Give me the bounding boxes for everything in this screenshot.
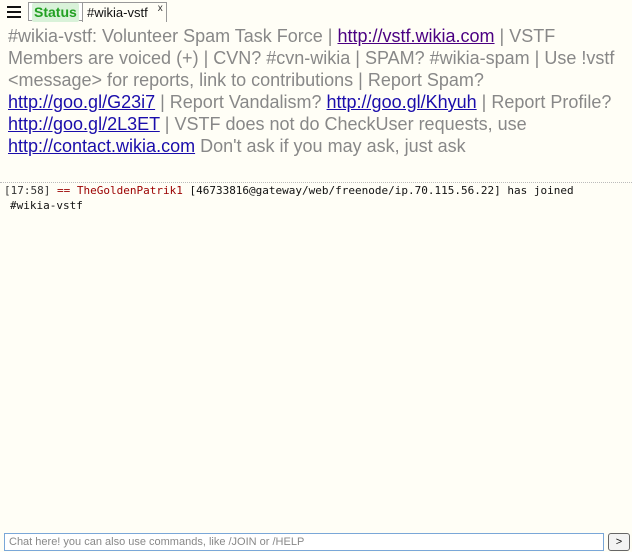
join-marker: == — [56, 184, 71, 197]
topic-text: | VSTF does not do CheckUser requests, u… — [159, 114, 527, 134]
message-nick[interactable]: TheGoldenPatrik1 — [77, 184, 183, 197]
tab-channel-label: #wikia-vstf — [87, 5, 148, 20]
topic-text: Don't ask if you may ask, just ask — [195, 136, 466, 156]
message-timestamp: [17:58] — [4, 184, 51, 197]
channel-topic: #wikia-vstf: Volunteer Spam Task Force |… — [8, 25, 630, 157]
topic-link-report-profile[interactable]: http://goo.gl/2L3ET — [8, 114, 160, 134]
message-host: [46733816@gateway/web/freenode/ip.70.115… — [189, 184, 501, 197]
input-bar: > — [0, 532, 632, 552]
topic-text: | Report Vandalism? — [155, 92, 327, 112]
tab-bar: Status #wikia-vstf x — [0, 0, 632, 24]
topic-link-vstf-wikia[interactable]: http://vstf.wikia.com — [337, 26, 494, 46]
message-list: [17:58] == TheGoldenPatrik1 [46733816@ga… — [4, 183, 630, 213]
tab-status-label: Status — [32, 3, 79, 22]
close-tab-icon[interactable]: x — [158, 0, 163, 18]
send-button[interactable]: > — [608, 533, 630, 551]
topic-text: | Report Profile? — [476, 92, 612, 112]
topic-text: #wikia-vstf: Volunteer Spam Task Force | — [8, 26, 338, 46]
chat-input[interactable] — [4, 533, 604, 551]
message-row: [17:58] == TheGoldenPatrik1 [46733816@ga… — [4, 183, 630, 213]
topic-link-contact-wikia[interactable]: http://contact.wikia.com — [8, 136, 195, 156]
topic-link-report-vandalism[interactable]: http://goo.gl/Khyuh — [327, 92, 477, 112]
message-channel[interactable]: #wikia-vstf — [4, 198, 630, 213]
topic-link-report-spam[interactable]: http://goo.gl/G23i7 — [8, 92, 155, 112]
tab-wikia-vstf[interactable]: #wikia-vstf x — [82, 2, 167, 22]
irc-client-window: Status #wikia-vstf x #wikia-vstf: Volunt… — [0, 0, 632, 552]
tab-status[interactable]: Status — [28, 2, 83, 22]
hamburger-menu-icon[interactable] — [7, 6, 21, 18]
message-action: has joined — [507, 184, 574, 197]
